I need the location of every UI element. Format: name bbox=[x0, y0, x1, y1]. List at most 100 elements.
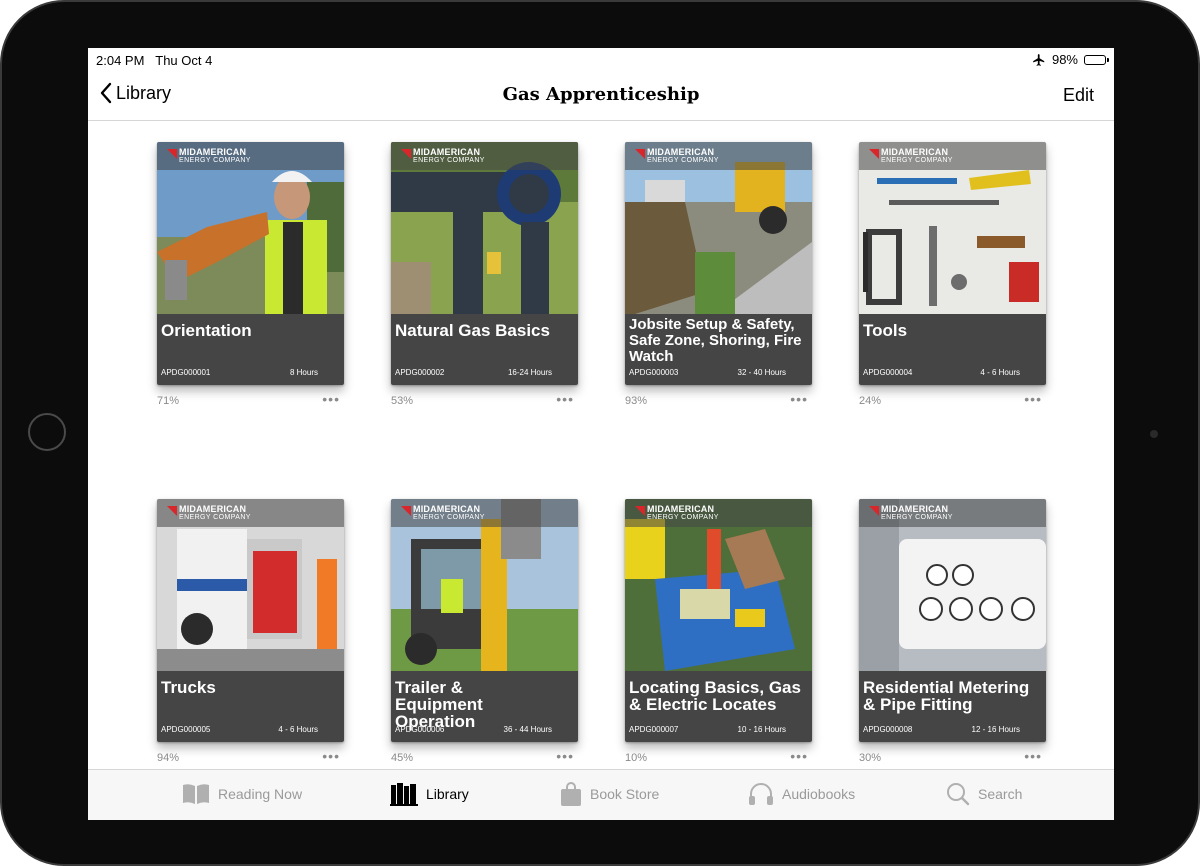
book-code: APDG000006 bbox=[395, 725, 445, 734]
book-cover[interactable]: MIDAMERICAN ENERGY COMPANY Jobsite Setup … bbox=[625, 142, 812, 385]
book-item[interactable]: MIDAMERICAN ENERGY COMPANY Jobsite Setup … bbox=[625, 142, 812, 413]
brand-sub: ENERGY COMPANY bbox=[179, 157, 251, 164]
cover-info: Residential Metering & Pipe Fitting APDG… bbox=[859, 671, 1046, 742]
cover-info: Locating Basics, Gas & Electric Locates … bbox=[625, 671, 812, 742]
book-code: APDG000004 bbox=[863, 368, 913, 377]
brand-logo: MIDAMERICAN ENERGY COMPANY bbox=[869, 148, 953, 164]
brand-sub: ENERGY COMPANY bbox=[413, 514, 485, 521]
tab-reading-now[interactable]: Reading Now bbox=[182, 782, 302, 806]
book-title: Locating Basics, Gas & Electric Locates bbox=[629, 678, 801, 714]
tab-label: Library bbox=[426, 786, 469, 802]
more-options-button[interactable]: ••• bbox=[322, 392, 340, 406]
home-button[interactable] bbox=[28, 413, 66, 451]
tab-library[interactable]: Library bbox=[390, 782, 469, 806]
brand-name: MIDAMERICAN bbox=[881, 504, 949, 514]
brand-name: MIDAMERICAN bbox=[179, 147, 247, 157]
book-cover[interactable]: MIDAMERICAN ENERGY COMPANY Trailer & Equi… bbox=[391, 499, 578, 742]
brand-bar: MIDAMERICAN ENERGY COMPANY bbox=[391, 142, 578, 170]
page-title: Gas Apprenticeship bbox=[502, 84, 700, 105]
nav-bar: Library Gas Apprenticeship Edit bbox=[88, 72, 1114, 121]
book-item[interactable]: MIDAMERICAN ENERGY COMPANY Trucks APDG000… bbox=[157, 499, 344, 770]
book-cover[interactable]: MIDAMERICAN ENERGY COMPANY Residential Me… bbox=[859, 499, 1046, 742]
brand-logo: MIDAMERICAN ENERGY COMPANY bbox=[167, 148, 251, 164]
book-item[interactable]: MIDAMERICAN ENERGY COMPANY Residential Me… bbox=[859, 499, 1046, 770]
more-options-button[interactable]: ••• bbox=[322, 749, 340, 763]
book-item[interactable]: MIDAMERICAN ENERGY COMPANY Tools APDG0000… bbox=[859, 142, 1046, 413]
book-meta: 30% ••• bbox=[859, 749, 1046, 770]
book-title: Natural Gas Basics bbox=[395, 321, 550, 340]
book-cover[interactable]: MIDAMERICAN ENERGY COMPANY Locating Basic… bbox=[625, 499, 812, 742]
book-hours: 12 - 16 Hours bbox=[971, 725, 1020, 734]
brand-logo: MIDAMERICAN ENERGY COMPANY bbox=[869, 505, 953, 521]
tab-label: Book Store bbox=[590, 786, 660, 802]
book-meta: 10% ••• bbox=[625, 749, 812, 770]
tab-label: Audiobooks bbox=[782, 786, 856, 802]
brand-mark-icon bbox=[401, 506, 411, 516]
brand-name: MIDAMERICAN bbox=[413, 504, 481, 514]
more-options-button[interactable]: ••• bbox=[790, 749, 808, 763]
more-options-button[interactable]: ••• bbox=[1024, 392, 1042, 406]
screen: 2:04 PM Thu Oct 4 98% Library Gas Appren… bbox=[88, 48, 1114, 820]
brand-name: MIDAMERICAN bbox=[881, 147, 949, 157]
book-progress: 10% bbox=[625, 752, 648, 764]
book-hours: 32 - 40 Hours bbox=[737, 368, 786, 377]
more-options-button[interactable]: ••• bbox=[790, 392, 808, 406]
tab-audiobooks[interactable]: Audiobooks bbox=[748, 782, 855, 806]
book-title: Trucks bbox=[161, 678, 216, 697]
cover-info: Trucks APDG000005 4 - 6 Hours bbox=[157, 671, 344, 742]
brand-bar: MIDAMERICAN ENERGY COMPANY bbox=[391, 499, 578, 527]
book-hours: 4 - 6 Hours bbox=[980, 368, 1020, 377]
book-cover[interactable]: MIDAMERICAN ENERGY COMPANY Orientation AP… bbox=[157, 142, 344, 385]
book-progress: 93% bbox=[625, 395, 648, 407]
tab-bar: Reading Now Library Book Store Audiobook… bbox=[88, 769, 1114, 820]
book-meta: 93% ••• bbox=[625, 392, 812, 413]
camera bbox=[1150, 430, 1158, 438]
brand-bar: MIDAMERICAN ENERGY COMPANY bbox=[157, 142, 344, 170]
book-hours: 16-24 Hours bbox=[507, 368, 552, 377]
book-open-icon bbox=[183, 784, 209, 804]
battery-icon bbox=[1084, 54, 1109, 65]
more-options-button[interactable]: ••• bbox=[556, 749, 574, 763]
book-code: APDG000007 bbox=[629, 725, 679, 734]
edit-button[interactable]: Edit bbox=[1063, 85, 1094, 106]
book-cover[interactable]: MIDAMERICAN ENERGY COMPANY Tools APDG0000… bbox=[859, 142, 1046, 385]
brand-bar: MIDAMERICAN ENERGY COMPANY bbox=[625, 142, 812, 170]
book-item[interactable]: MIDAMERICAN ENERGY COMPANY Orientation AP… bbox=[157, 142, 344, 413]
book-title: Orientation bbox=[161, 321, 252, 340]
brand-sub: ENERGY COMPANY bbox=[647, 514, 719, 521]
book-title: Tools bbox=[863, 321, 908, 340]
book-progress: 71% bbox=[157, 395, 180, 407]
more-options-button[interactable]: ••• bbox=[556, 392, 574, 406]
brand-mark-icon bbox=[635, 149, 645, 159]
book-cover[interactable]: MIDAMERICAN ENERGY COMPANY Trucks APDG000… bbox=[157, 499, 344, 742]
brand-name: MIDAMERICAN bbox=[647, 147, 715, 157]
status-time: 2:04 PM Thu Oct 4 bbox=[96, 53, 212, 68]
tab-label: Search bbox=[978, 786, 1023, 802]
book-title: Residential Metering & Pipe Fitting bbox=[863, 678, 1030, 714]
brand-mark-icon bbox=[167, 506, 177, 516]
more-options-button[interactable]: ••• bbox=[1024, 749, 1042, 763]
book-title: Trailer & Equipment Operation bbox=[395, 678, 483, 731]
brand-mark-icon bbox=[401, 149, 411, 159]
book-item[interactable]: MIDAMERICAN ENERGY COMPANY Trailer & Equi… bbox=[391, 499, 578, 770]
brand-name: MIDAMERICAN bbox=[179, 504, 247, 514]
tab-book-store[interactable]: Book Store bbox=[560, 782, 659, 806]
book-code: APDG000002 bbox=[395, 368, 445, 377]
book-progress: 30% bbox=[859, 752, 882, 764]
brand-sub: ENERGY COMPANY bbox=[647, 157, 719, 164]
brand-name: MIDAMERICAN bbox=[647, 504, 715, 514]
book-code: APDG000003 bbox=[629, 368, 679, 377]
books-icon bbox=[390, 783, 418, 806]
book-code: APDG000005 bbox=[161, 725, 211, 734]
book-item[interactable]: MIDAMERICAN ENERGY COMPANY Locating Basic… bbox=[625, 499, 812, 770]
tab-label: Reading Now bbox=[218, 786, 303, 802]
tab-search[interactable]: Search bbox=[946, 782, 1022, 806]
book-cover[interactable]: MIDAMERICAN ENERGY COMPANY Natural Gas Ba… bbox=[391, 142, 578, 385]
brand-logo: MIDAMERICAN ENERGY COMPANY bbox=[167, 505, 251, 521]
headphones-icon bbox=[749, 783, 773, 805]
book-hours: 4 - 6 Hours bbox=[278, 725, 318, 734]
book-item[interactable]: MIDAMERICAN ENERGY COMPANY Natural Gas Ba… bbox=[391, 142, 578, 413]
book-progress: 53% bbox=[391, 395, 414, 407]
book-code: APDG000008 bbox=[863, 725, 913, 734]
book-hours: 36 - 44 Hours bbox=[503, 725, 552, 734]
